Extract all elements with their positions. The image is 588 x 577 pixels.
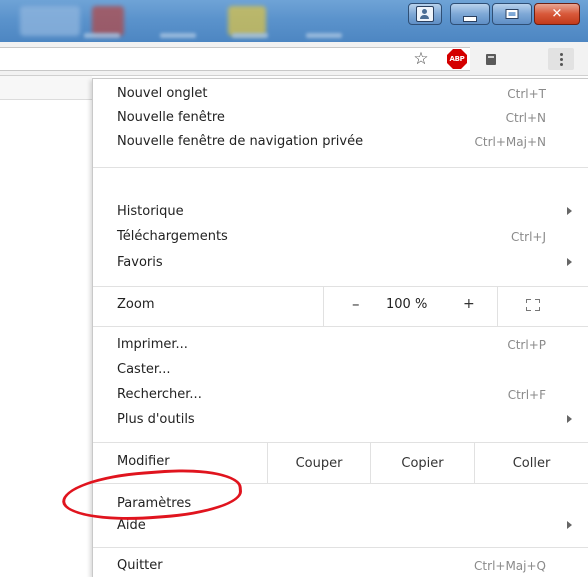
menu-item-bookmarks[interactable]: Favoris: [93, 252, 588, 274]
copy-button[interactable]: Copier: [370, 443, 474, 483]
menu-item-shortcut: Ctrl+Maj+N: [474, 135, 546, 149]
menu-item-cast[interactable]: Caster...: [93, 359, 588, 381]
submenu-arrow-icon: [567, 258, 572, 266]
menu-item-shortcut: Ctrl+N: [505, 111, 546, 125]
menu-item-shortcut: Ctrl+T: [507, 87, 546, 101]
minimize-icon: [463, 16, 477, 22]
menu-item-label: Historique: [117, 204, 184, 219]
submenu-arrow-icon: [567, 415, 572, 423]
menu-item-label: Imprimer...: [117, 337, 188, 352]
menu-item-shortcut: Ctrl+Maj+Q: [474, 559, 546, 573]
blurred-label: [232, 33, 268, 38]
menu-item-label: Nouvelle fenêtre: [117, 110, 225, 125]
menu-edit-row: Modifier Couper Copier Coller: [93, 443, 588, 483]
kebab-icon: [559, 52, 563, 56]
menu-button[interactable]: [548, 48, 574, 70]
menu-item-label: Quitter: [117, 558, 163, 573]
extension-icon: [486, 53, 496, 65]
cut-button[interactable]: Couper: [267, 443, 370, 483]
menu-item-new-private-window[interactable]: Nouvelle fenêtre de navigation privée Ct…: [93, 131, 588, 153]
menu-item-new-tab[interactable]: Nouvel onglet Ctrl+T: [93, 83, 588, 105]
address-bar[interactable]: [0, 47, 470, 71]
user-icon: [416, 6, 434, 22]
blurred-taskbar-item: [92, 6, 124, 36]
menu-item-history[interactable]: Historique: [93, 201, 588, 223]
menu-separator: [93, 483, 588, 484]
adblock-icon: ABP: [447, 49, 467, 69]
browser-toolbar: ☆ ABP: [0, 42, 588, 76]
menu-separator: [93, 167, 588, 168]
maximize-icon: [505, 9, 519, 19]
menu-zoom-row: Zoom – 100 % +: [93, 286, 588, 326]
close-icon: ✕: [551, 6, 563, 22]
close-window-button[interactable]: ✕: [534, 3, 580, 25]
menu-item-shortcut: Ctrl+P: [507, 338, 546, 352]
minimize-button[interactable]: [450, 3, 490, 25]
menu-item-label: Paramètres: [117, 496, 192, 511]
menu-item-label: Favoris: [117, 255, 163, 270]
menu-item-label: Aide: [117, 518, 146, 533]
submenu-arrow-icon: [567, 521, 572, 529]
maximize-button[interactable]: [492, 3, 532, 25]
menu-item-help[interactable]: Aide: [93, 515, 588, 537]
blurred-taskbar-item: [20, 6, 80, 36]
window-titlebar: ✕: [0, 0, 588, 42]
edit-label: Modifier: [117, 454, 170, 469]
menu-item-shortcut: Ctrl+J: [511, 230, 546, 244]
menu-item-shortcut: Ctrl+F: [507, 388, 546, 402]
paste-button[interactable]: Coller: [474, 443, 588, 483]
menu-item-new-window[interactable]: Nouvelle fenêtre Ctrl+N: [93, 107, 588, 129]
menu-item-downloads[interactable]: Téléchargements Ctrl+J: [93, 226, 588, 248]
fullscreen-icon[interactable]: [526, 299, 540, 311]
window-controls: ✕: [408, 3, 580, 25]
profile-button[interactable]: [408, 3, 442, 25]
chrome-main-menu: Nouvel onglet Ctrl+T Nouvelle fenêtre Ct…: [92, 78, 588, 577]
menu-item-label: Plus d'outils: [117, 412, 195, 427]
menu-item-label: Rechercher...: [117, 387, 202, 402]
adblock-extension-button[interactable]: ABP: [446, 48, 468, 70]
menu-item-settings[interactable]: Paramètres: [93, 493, 588, 515]
blurred-label: [84, 33, 120, 38]
zoom-level: 100 %: [386, 297, 428, 312]
menu-item-label: Caster...: [117, 362, 171, 377]
zoom-label: Zoom: [117, 297, 155, 312]
menu-item-more-tools[interactable]: Plus d'outils: [93, 409, 588, 431]
menu-item-label: Nouvel onglet: [117, 86, 208, 101]
blurred-label: [160, 33, 196, 38]
menu-separator: [93, 547, 588, 548]
zoom-in-button[interactable]: +: [463, 296, 475, 312]
menu-item-quit[interactable]: Quitter Ctrl+Maj+Q: [93, 555, 588, 577]
menu-item-print[interactable]: Imprimer... Ctrl+P: [93, 334, 588, 356]
blurred-taskbar-item: [228, 6, 266, 36]
zoom-out-button[interactable]: –: [352, 295, 360, 313]
zoom-divider: [323, 286, 324, 326]
extension-button[interactable]: [480, 48, 502, 70]
menu-item-label: Nouvelle fenêtre de navigation privée: [117, 134, 364, 149]
blurred-label: [306, 33, 342, 38]
menu-item-find[interactable]: Rechercher... Ctrl+F: [93, 384, 588, 406]
star-icon[interactable]: ☆: [410, 48, 432, 70]
page-content-strip: [0, 76, 92, 100]
submenu-arrow-icon: [567, 207, 572, 215]
zoom-divider: [497, 286, 498, 326]
menu-separator: [93, 326, 588, 327]
menu-item-label: Téléchargements: [117, 229, 228, 244]
